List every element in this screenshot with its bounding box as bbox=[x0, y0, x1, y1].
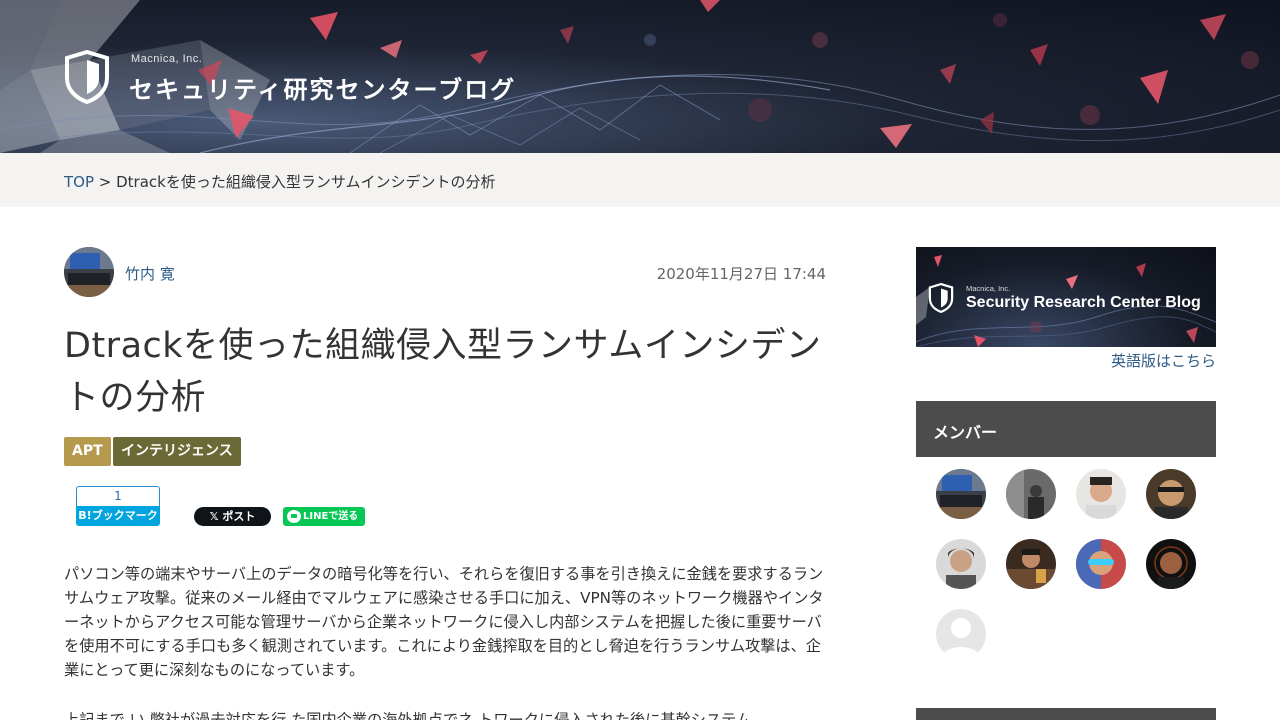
member-avatar[interactable] bbox=[1146, 539, 1196, 589]
breadcrumb-top-link[interactable]: TOP bbox=[64, 173, 94, 191]
body-paragraph: 上記まで い 弊社が過去対応を行 た国内企業の海外拠点でネ トワークに侵入された… bbox=[64, 711, 752, 720]
member-avatar[interactable] bbox=[1076, 469, 1126, 519]
line-share-label: LINEで送る bbox=[303, 511, 359, 522]
x-post-button[interactable]: 𝕏 ポスト bbox=[194, 507, 271, 526]
member-avatar[interactable] bbox=[936, 469, 986, 519]
site-title[interactable]: セキュリティ研究センターブログ bbox=[129, 70, 516, 105]
shield-logo-icon bbox=[65, 50, 109, 104]
breadcrumb-separator: > bbox=[94, 173, 117, 191]
members-heading-bar: メンバー bbox=[916, 401, 1216, 457]
banner-company-name: Macnica, Inc. bbox=[966, 284, 1011, 293]
member-avatar[interactable] bbox=[1076, 539, 1126, 589]
tag-apt[interactable]: APT bbox=[64, 437, 111, 466]
header-banner[interactable]: Macnica, Inc. セキュリティ研究センターブログ bbox=[0, 0, 1280, 153]
member-avatar-placeholder[interactable] bbox=[936, 609, 986, 659]
shield-logo-icon bbox=[928, 283, 954, 313]
author-avatar[interactable] bbox=[64, 247, 114, 297]
body-paragraph: パソコン等の端末やサーバ上のデータの暗号化等を行い、それらを復旧する事を引き換え… bbox=[64, 565, 824, 679]
breadcrumb-current: Dtrackを使った組織侵入型ランサムインシデントの分析 bbox=[116, 173, 496, 191]
banner-title: Security Research Center Blog bbox=[966, 294, 1201, 311]
hatena-bookmark-button[interactable]: 1 B!ブックマーク bbox=[76, 486, 160, 526]
author-name-link[interactable]: 竹内 寛 bbox=[125, 263, 175, 284]
hatena-label: B!ブックマーク bbox=[76, 506, 160, 526]
breadcrumb: TOP > Dtrackを使った組織侵入型ランサムインシデントの分析 bbox=[64, 171, 496, 192]
tag-intelligence[interactable]: インテリジェンス bbox=[113, 437, 241, 466]
member-avatar[interactable] bbox=[1146, 469, 1196, 519]
sidebar-next-section-bar bbox=[916, 708, 1216, 720]
member-avatar[interactable] bbox=[1006, 539, 1056, 589]
member-avatar[interactable] bbox=[1006, 469, 1056, 519]
line-icon bbox=[287, 510, 301, 523]
english-version-link[interactable]: 英語版はこちら bbox=[1016, 350, 1216, 371]
post-title: Dtrackを使った組織侵入型ランサムインシデントの分析 bbox=[64, 326, 822, 418]
english-blog-banner[interactable]: Macnica, Inc. Security Research Center B… bbox=[916, 247, 1216, 347]
brand-company-name: Macnica, Inc. bbox=[131, 53, 203, 65]
post-date: 2020年11月27日 17:44 bbox=[656, 265, 826, 283]
hatena-count: 1 bbox=[76, 486, 160, 506]
line-share-button[interactable]: LINEで送る bbox=[283, 507, 365, 526]
members-heading: メンバー bbox=[933, 423, 998, 442]
member-avatar[interactable] bbox=[936, 539, 986, 589]
